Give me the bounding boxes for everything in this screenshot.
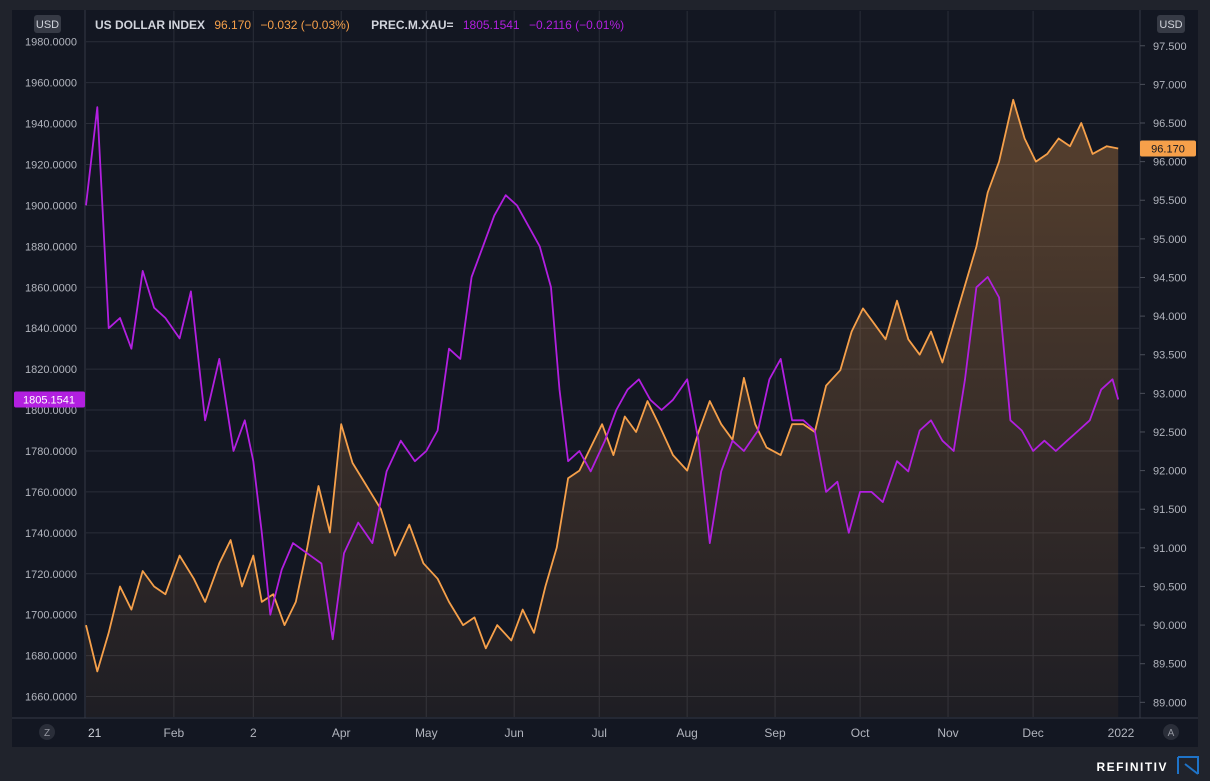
right-axis-tick-label: 90.000 — [1153, 620, 1187, 632]
left-axis-tick-label: 1660.0000 — [25, 692, 77, 704]
legend-series1-name: US DOLLAR INDEX — [95, 18, 205, 32]
right-axis-tick-label: 93.500 — [1153, 350, 1187, 362]
right-axis-tick-label: 90.500 — [1153, 581, 1187, 593]
x-axis-tick-label: 2 — [250, 726, 257, 740]
right-axis-tick-label: 93.000 — [1153, 388, 1187, 400]
gold-last-value-tag: 1805.1541 — [14, 391, 85, 408]
log-scale-button-label: Z — [44, 728, 50, 739]
left-axis-tick-label: 1960.0000 — [25, 78, 77, 90]
right-axis-tick-label: 97.500 — [1153, 41, 1187, 53]
left-axis-tick-label: 1760.0000 — [25, 487, 77, 499]
legend-series2-name: PREC.M.XAU= — [371, 18, 453, 32]
right-axis-tick-label: 94.500 — [1153, 272, 1187, 284]
x-axis-tick-label: May — [415, 726, 438, 740]
x-axis-tick-label: Feb — [164, 726, 185, 740]
right-axis-tick-label: 95.500 — [1153, 195, 1187, 207]
x-axis-tick-label: Sep — [764, 726, 786, 740]
right-axis-tick-label: 92.500 — [1153, 427, 1187, 439]
legend-series2-change: −0.2116 (−0.01%) — [529, 18, 624, 32]
left-axis-tick-label: 1980.0000 — [25, 37, 77, 49]
legend-series2-value: 1805.1541 — [463, 18, 520, 32]
right-axis-tick-label: 91.500 — [1153, 504, 1187, 516]
legend-series1-change: −0.032 (−0.03%) — [260, 18, 349, 32]
left-axis-tick-label: 1720.0000 — [25, 569, 77, 581]
right-axis-tick-label: 95.000 — [1153, 234, 1187, 246]
left-currency-label: USD — [36, 19, 59, 31]
auto-scale-button[interactable]: A — [1163, 724, 1179, 740]
dxy-last-value-text: 96.170 — [1151, 144, 1185, 156]
x-axis-tick-label: 2022 — [1108, 726, 1135, 740]
gold-last-value-text: 1805.1541 — [23, 395, 75, 407]
x-axis-tick-label: Jul — [592, 726, 607, 740]
log-scale-button[interactable]: Z — [39, 724, 55, 740]
right-axis-tick-label: 96.000 — [1153, 157, 1187, 169]
x-axis-tick-label: Apr — [332, 726, 351, 740]
left-axis-tick-label: 1820.0000 — [25, 364, 77, 376]
right-axis-tick-label: 96.500 — [1153, 118, 1187, 130]
dxy-vs-gold-chart[interactable]: 1980.0000 1960.0000 1940.0000 1920.0000 1900… — [0, 0, 1210, 776]
x-axis-tick-label: Dec — [1022, 726, 1043, 740]
left-axis-tick-label: 1880.0000 — [25, 241, 77, 253]
brand-name: REFINITIV — [1096, 760, 1168, 774]
right-axis-tick-label: 89.000 — [1153, 697, 1187, 709]
right-axis-tick-label: 94.000 — [1153, 311, 1187, 323]
right-currency-label: USD — [1159, 19, 1182, 31]
right-axis-tick-label: 89.500 — [1153, 659, 1187, 671]
auto-scale-button-label: A — [1168, 728, 1175, 739]
x-axis-tick-label: Nov — [937, 726, 958, 740]
left-axis-tick-label: 1920.0000 — [25, 159, 77, 171]
dxy-last-value-tag: 96.170 — [1140, 140, 1196, 157]
right-axis-tick-label: 97.000 — [1153, 79, 1187, 91]
x-axis-tick-label: Aug — [676, 726, 697, 740]
left-axis-tick-label: 1940.0000 — [25, 119, 77, 131]
legend-series1-value: 96.170 — [214, 18, 251, 32]
left-currency-badge[interactable]: USD — [34, 15, 61, 33]
left-axis-tick-label: 1700.0000 — [25, 610, 77, 622]
left-axis-tick-label: 1860.0000 — [25, 282, 77, 294]
x-axis-tick-label: Oct — [851, 726, 870, 740]
x-axis-tick-label: 21 — [88, 726, 102, 740]
left-axis-tick-label: 1840.0000 — [25, 323, 77, 335]
x-axis-tick-label: Jun — [504, 726, 523, 740]
chart-container: 1980.0000 1960.0000 1940.0000 1920.0000 1900… — [0, 0, 1210, 776]
left-axis-tick-label: 1740.0000 — [25, 528, 77, 540]
left-axis-tick-label: 1680.0000 — [25, 651, 77, 663]
right-axis-tick-label: 92.000 — [1153, 466, 1187, 478]
left-axis-tick-label: 1780.0000 — [25, 446, 77, 458]
right-currency-badge[interactable]: USD — [1157, 15, 1185, 33]
right-axis-tick-label: 91.000 — [1153, 543, 1187, 555]
left-axis-tick-label: 1900.0000 — [25, 200, 77, 212]
